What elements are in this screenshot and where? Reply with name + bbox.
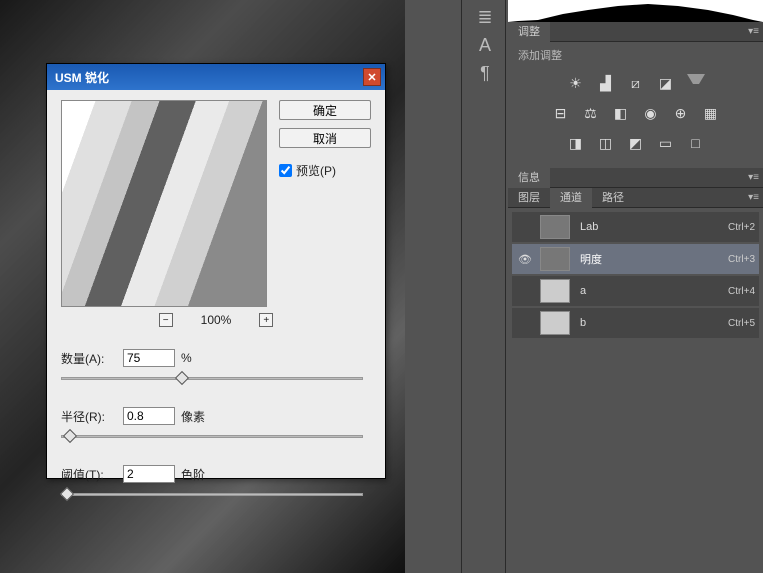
channel-thumbnail	[540, 311, 570, 335]
channel-shortcut: Ctrl+5	[728, 318, 755, 329]
visibility-toggle[interactable]	[516, 250, 534, 268]
black-white-icon[interactable]: ◧	[612, 104, 630, 122]
paragraph-panel-icon[interactable]: ≣	[473, 6, 497, 28]
radius-unit: 像素	[181, 408, 205, 425]
gradient-map-icon[interactable]: ▭	[657, 134, 675, 152]
close-icon[interactable]: ✕	[363, 68, 381, 86]
channel-name: 明度	[580, 251, 728, 267]
radius-input[interactable]	[123, 407, 175, 425]
threshold-slider[interactable]	[61, 487, 363, 501]
ok-button[interactable]: 确定	[279, 100, 371, 120]
color-balance-icon[interactable]: ⚖	[582, 104, 600, 122]
invert-icon[interactable]: ◨	[567, 134, 585, 152]
tab-adjustments[interactable]: 调整	[508, 22, 550, 42]
channel-row-lab[interactable]: Lab Ctrl+2	[512, 212, 759, 242]
photo-filter-icon[interactable]: ◉	[642, 104, 660, 122]
preview-checkbox-row[interactable]: 预览(P)	[279, 162, 371, 179]
usm-sharpen-dialog: USM 锐化 ✕ 确定 取消 预览(P) − 100% + 数量(A): %	[46, 63, 386, 479]
adjustment-icon-row-2: ⊟ ⚖ ◧ ◉ ⊕ ▦	[508, 98, 763, 128]
add-adjustment-label: 添加调整	[508, 42, 763, 68]
histogram-graph	[508, 0, 763, 22]
channel-thumbnail	[540, 279, 570, 303]
amount-slider[interactable]	[61, 371, 363, 385]
adjustment-icon-row-3: ◨ ◫ ◩ ▭ □	[508, 128, 763, 158]
hue-sat-icon[interactable]: ⊟	[552, 104, 570, 122]
tool-options-strip: ≣ A ¶	[465, 0, 505, 150]
levels-icon[interactable]: ▟	[597, 74, 615, 92]
channels-panel-header: 图层 通道 路径 ▾≡	[508, 188, 763, 208]
zoom-value: 100%	[201, 313, 232, 327]
threshold-icon[interactable]: ◩	[627, 134, 645, 152]
adjustments-panel-header: 调整 ▾≡	[508, 22, 763, 42]
amount-label: 数量(A):	[61, 350, 117, 367]
channel-row-b[interactable]: b Ctrl+5	[512, 308, 759, 338]
exposure-icon[interactable]: ◪	[657, 74, 675, 92]
preview-checkbox-label: 预览(P)	[296, 162, 336, 179]
selective-color-icon[interactable]: □	[687, 134, 705, 152]
radius-slider[interactable]	[61, 429, 363, 443]
channel-row-lightness[interactable]: 明度 Ctrl+3	[512, 244, 759, 274]
dialog-titlebar[interactable]: USM 锐化 ✕	[47, 64, 385, 90]
channel-row-a[interactable]: a Ctrl+4	[512, 276, 759, 306]
channel-name: b	[580, 317, 728, 329]
adjustment-icon-row-1: ☀ ▟ ⧄ ◪	[508, 68, 763, 98]
threshold-unit: 色阶	[181, 466, 205, 483]
channel-thumbnail	[540, 215, 570, 239]
preview-checkbox[interactable]	[279, 164, 292, 177]
panel-menu-icon[interactable]: ▾≡	[748, 192, 759, 203]
channel-shortcut: Ctrl+3	[728, 254, 755, 265]
posterize-icon[interactable]: ◫	[597, 134, 615, 152]
visibility-toggle[interactable]	[516, 218, 534, 236]
channel-list: Lab Ctrl+2 明度 Ctrl+3 a Ctrl+4 b Ctrl+5	[508, 208, 763, 344]
channel-thumbnail	[540, 247, 570, 271]
color-lookup-icon[interactable]: ▦	[702, 104, 720, 122]
glyph-panel-icon[interactable]: ¶	[473, 62, 497, 84]
channel-name: a	[580, 285, 728, 297]
vibrance-icon[interactable]	[687, 74, 705, 92]
tab-paths[interactable]: 路径	[592, 188, 634, 208]
visibility-toggle[interactable]	[516, 282, 534, 300]
divider	[505, 0, 506, 573]
tab-info[interactable]: 信息	[508, 168, 550, 188]
cancel-button[interactable]: 取消	[279, 128, 371, 148]
character-panel-icon[interactable]: A	[473, 34, 497, 56]
radius-label: 半径(R):	[61, 408, 117, 425]
zoom-in-button[interactable]: +	[259, 313, 273, 327]
panel-menu-icon[interactable]: ▾≡	[748, 26, 759, 37]
channel-name: Lab	[580, 221, 728, 233]
amount-unit: %	[181, 351, 192, 365]
tab-channels[interactable]: 通道	[550, 188, 592, 208]
channel-shortcut: Ctrl+4	[728, 286, 755, 297]
curves-icon[interactable]: ⧄	[627, 74, 645, 92]
zoom-out-button[interactable]: −	[159, 313, 173, 327]
channel-shortcut: Ctrl+2	[728, 222, 755, 233]
channel-mixer-icon[interactable]: ⊕	[672, 104, 690, 122]
preview-thumbnail[interactable]	[61, 100, 267, 307]
visibility-toggle[interactable]	[516, 314, 534, 332]
divider	[461, 0, 462, 573]
threshold-label: 阈值(T):	[61, 466, 117, 483]
panel-menu-icon[interactable]: ▾≡	[748, 172, 759, 183]
dialog-title-text: USM 锐化	[55, 69, 109, 86]
threshold-input[interactable]	[123, 465, 175, 483]
info-panel-header: 信息 ▾≡	[508, 168, 763, 188]
tab-layers[interactable]: 图层	[508, 188, 550, 208]
brightness-contrast-icon[interactable]: ☀	[567, 74, 585, 92]
amount-input[interactable]	[123, 349, 175, 367]
right-panel-column: 调整 ▾≡ 添加调整 ☀ ▟ ⧄ ◪ ⊟ ⚖ ◧ ◉ ⊕ ▦ ◨ ◫ ◩ ▭ □…	[508, 0, 763, 573]
